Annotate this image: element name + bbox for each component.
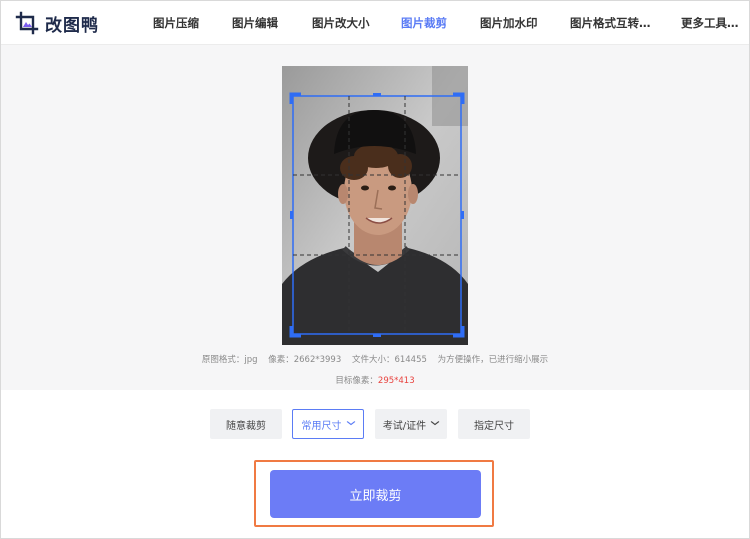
- target-pixels: 目标像素：295*413: [0, 374, 750, 386]
- exam-id-label: 考试/证件: [382, 420, 427, 432]
- original-pixels: 像素：2662*3993: [268, 355, 342, 365]
- nav-more-tools[interactable]: 更多工具…: [681, 15, 739, 31]
- nav-compress[interactable]: 图片压缩: [153, 15, 199, 31]
- nav-resize[interactable]: 图片改大小: [312, 15, 370, 31]
- portrait-image: [282, 66, 468, 345]
- target-pixels-label: 目标像素：: [335, 376, 378, 386]
- common-size-dropdown[interactable]: 常用尺寸: [292, 409, 364, 439]
- free-crop-label: 随意裁剪: [226, 420, 266, 432]
- chevron-down-icon: [345, 419, 355, 429]
- free-crop-button[interactable]: 随意裁剪: [210, 409, 282, 439]
- crop-logo-icon: [15, 11, 39, 35]
- crop-now-label: 立即裁剪: [349, 488, 402, 504]
- brand-name: 改图鸭: [45, 15, 99, 36]
- nav-watermark[interactable]: 图片加水印: [480, 15, 538, 31]
- custom-size-button[interactable]: 指定尺寸: [458, 409, 530, 439]
- target-pixels-value: 295*413: [377, 376, 415, 386]
- custom-size-label: 指定尺寸: [474, 420, 514, 432]
- nav-crop[interactable]: 图片裁剪: [401, 15, 447, 31]
- chevron-down-icon: [430, 419, 440, 429]
- top-nav-bar: 改图鸭 图片压缩 图片编辑 图片改大小 图片裁剪 图片加水印 图片格式互转… 更…: [1, 1, 749, 45]
- image-info: 原图格式：jpg 像素：2662*3993 文件大小：614455 为方便操作，…: [0, 353, 750, 365]
- nav-format-convert[interactable]: 图片格式互转…: [570, 15, 651, 31]
- display-note: 为方便操作，已进行缩小展示: [437, 355, 549, 365]
- crop-now-button[interactable]: 立即裁剪: [270, 470, 481, 518]
- brand-logo[interactable]: 改图鸭: [15, 10, 99, 36]
- nav-edit[interactable]: 图片编辑: [232, 15, 278, 31]
- original-format: 原图格式：jpg: [201, 355, 258, 365]
- exam-id-dropdown[interactable]: 考试/证件: [375, 409, 447, 439]
- file-size: 文件大小：614455: [351, 355, 427, 365]
- common-size-label: 常用尺寸: [301, 420, 342, 432]
- photo-preview[interactable]: [282, 66, 468, 345]
